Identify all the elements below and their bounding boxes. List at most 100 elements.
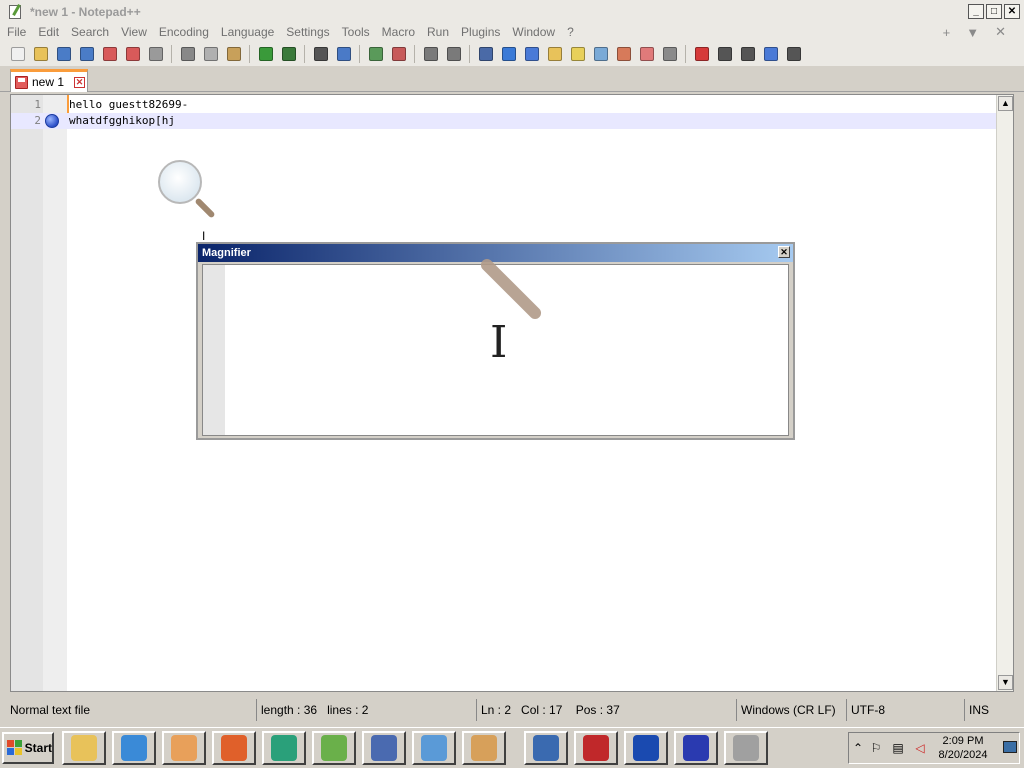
line-number-gutter [11,95,43,691]
show-all-chars-button[interactable] [500,45,518,63]
magnified-handle [478,256,544,322]
menu-tools[interactable]: Tools [335,25,375,39]
printer-app-button[interactable] [724,731,768,765]
cut-button[interactable] [179,45,197,63]
close-all-icon [125,46,140,61]
tab-close-icon[interactable]: ✕ [74,76,86,88]
window-title: *new 1 - Notepad++ [30,4,141,19]
playback-button[interactable] [739,45,757,63]
media-player-app-button[interactable] [162,731,206,765]
new-tab-plus-icon[interactable]: + [943,25,951,40]
firefox-app-button[interactable] [212,731,256,765]
save-button[interactable] [55,45,73,63]
clock-time[interactable]: 2:09 PM [933,734,993,748]
editor-line[interactable]: 1 hello guestt82699- [11,97,997,113]
remote-desktop-app-button[interactable] [524,731,568,765]
mail-app-button[interactable] [412,731,456,765]
save-all-button[interactable] [78,45,96,63]
print-button[interactable] [147,45,165,63]
menu-macro[interactable]: Macro [375,25,420,39]
magnifier-window[interactable]: Magnifier ✕ I [196,242,795,440]
redo-button[interactable] [280,45,298,63]
infinity-app-button[interactable] [674,731,718,765]
line-text[interactable]: whatdfgghikop[hj [69,113,175,129]
stop-record-button[interactable] [716,45,734,63]
minimize-button[interactable]: _ [968,4,984,19]
menu-search[interactable]: Search [64,25,114,39]
open-file-button[interactable] [32,45,50,63]
start-button[interactable]: Start [2,732,54,764]
chat-app-button[interactable] [262,731,306,765]
menu-run[interactable]: Run [420,25,454,39]
udl-button[interactable] [546,45,564,63]
doc-switcher-button[interactable] [661,45,679,63]
line-text[interactable]: hello guestt82699- [69,97,188,113]
show-hidden-icons-icon[interactable]: ⌃ [851,741,865,755]
magnifier-close-button[interactable]: ✕ [778,246,790,258]
menu-file[interactable]: File [0,25,31,39]
function-list-button[interactable] [569,45,587,63]
status-filetype: Normal text file [10,703,91,717]
system-tray: ⌃ ⚐ ▤ ◁ 2:09 PM 8/20/2024 [848,732,1020,764]
sync-horizontal-button[interactable] [445,45,463,63]
undo-button[interactable] [257,45,275,63]
editor-line-current[interactable]: 2 whatdfgghikop[hj [11,113,997,129]
volume-muted-icon[interactable]: ◁ [913,741,927,755]
folder-workspace-button[interactable] [615,45,633,63]
calculator-app-button[interactable] [362,731,406,765]
acrobat-app-button[interactable] [574,731,618,765]
maximize-button[interactable]: □ [986,4,1002,19]
menu-edit[interactable]: Edit [31,25,64,39]
menu-encoding[interactable]: Encoding [152,25,214,39]
copy-icon [203,46,218,61]
close-all-button[interactable] [124,45,142,63]
replace-button[interactable] [335,45,353,63]
scroll-down-icon[interactable]: ▼ [998,675,1013,690]
menu-settings[interactable]: Settings [279,25,334,39]
run-multiple-button[interactable] [762,45,780,63]
magnifier-title-bar[interactable]: Magnifier ✕ [198,244,793,262]
menu-plugins[interactable]: Plugins [454,25,505,39]
paint-app-button[interactable] [462,731,506,765]
monitor-button[interactable] [638,45,656,63]
copy-button[interactable] [202,45,220,63]
zoom-out-button[interactable] [390,45,408,63]
show-desktop-icon[interactable] [1003,741,1017,753]
status-insert-mode[interactable]: INS [964,699,1020,721]
menu-window[interactable]: Window [505,25,560,39]
save-macro-button[interactable] [785,45,803,63]
close-document-icon[interactable]: ✕ [995,24,1006,40]
explorer-app-button[interactable] [62,731,106,765]
internet-explorer-app-button[interactable] [112,731,156,765]
bookmark-icon[interactable] [45,114,59,128]
tab-list-dropdown-icon[interactable]: ▼ [966,25,979,40]
close-button[interactable]: ✕ [1004,4,1020,19]
menu-help[interactable]: ? [560,25,579,39]
zoom-in-button[interactable] [367,45,385,63]
tab-new-1[interactable]: new 1 ✕ [10,69,88,92]
status-pos: Pos : 37 [575,703,620,717]
menu-view[interactable]: View [114,25,152,39]
indent-guide-button[interactable] [523,45,541,63]
clock-date[interactable]: 8/20/2024 [933,748,993,762]
new-file-button[interactable] [9,45,27,63]
network-icon[interactable]: ▤ [891,741,905,755]
vertical-scrollbar[interactable]: ▲ ▼ [996,95,1013,691]
network-app-button[interactable] [624,731,668,765]
find-button[interactable] [312,45,330,63]
bookmark-margin[interactable] [43,95,67,691]
notepad-plus-plus-app-button[interactable] [312,731,356,765]
close-button[interactable] [101,45,119,63]
status-eol[interactable]: Windows (CR LF) [736,699,846,721]
scroll-up-icon[interactable]: ▲ [998,96,1013,111]
doc-map-button[interactable] [592,45,610,63]
menu-language[interactable]: Language [214,25,279,39]
record-macro-button[interactable] [693,45,711,63]
action-center-flag-icon[interactable]: ⚐ [869,741,883,755]
word-wrap-button[interactable] [477,45,495,63]
paste-button[interactable] [225,45,243,63]
playback-icon [740,46,755,61]
status-encoding[interactable]: UTF-8 [846,699,964,721]
media-player-app-icon [171,735,197,761]
sync-vertical-button[interactable] [422,45,440,63]
